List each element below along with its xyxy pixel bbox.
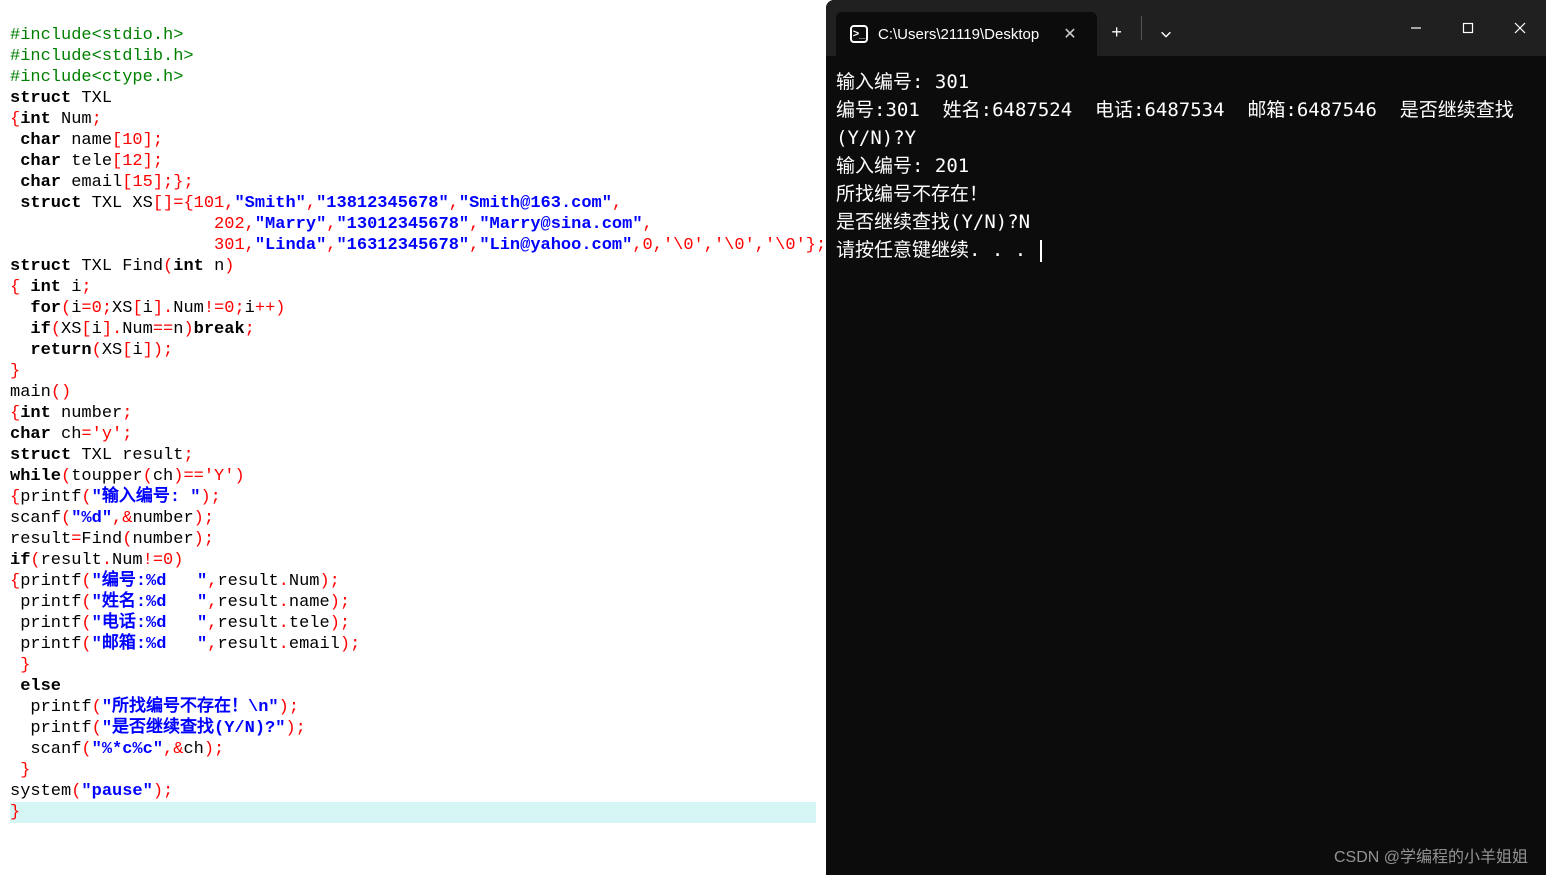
- code-line: main(): [10, 383, 71, 402]
- code-line: scanf("%d",&number);: [10, 509, 214, 528]
- code-line: else: [10, 677, 61, 696]
- code-line: char email[15];};: [10, 173, 194, 192]
- code-line: printf("姓名:%d ",result.name);: [10, 593, 350, 612]
- terminal-icon: >_: [850, 25, 868, 43]
- close-window-button[interactable]: [1494, 0, 1546, 56]
- code-line: printf("是否继续查找(Y/N)?");: [10, 719, 306, 738]
- code-line: struct TXL XS[]={101,"Smith","1381234567…: [10, 194, 622, 213]
- code-line: return(XS[i]);: [10, 341, 173, 360]
- terminal-window: >_ C:\Users\21119\Desktop ✕ + 输入编号: 301 …: [826, 0, 1546, 875]
- code-line: char ch='y';: [10, 425, 132, 444]
- code-line: 202,"Marry","13012345678","Marry@sina.co…: [10, 215, 653, 234]
- code-line: 301,"Linda","16312345678","Lin@yahoo.com…: [10, 236, 826, 255]
- terminal-line: 所找编号不存在！: [836, 183, 988, 205]
- code-line: struct TXL Find(int n): [10, 257, 234, 276]
- code-line: result=Find(number);: [10, 530, 214, 549]
- preprocessor-line: #include<stdio.h>: [10, 26, 183, 45]
- maximize-button[interactable]: [1442, 0, 1494, 56]
- preprocessor-line: #include<stdlib.h>: [10, 47, 194, 66]
- tab-dropdown-button[interactable]: [1146, 12, 1186, 56]
- terminal-output[interactable]: 输入编号: 301 编号:301 姓名:6487524 电话:6487534 邮…: [826, 56, 1546, 875]
- code-line-highlighted: }: [10, 802, 816, 823]
- preprocessor-line: #include<ctype.h>: [10, 68, 183, 87]
- new-tab-button[interactable]: +: [1097, 12, 1137, 56]
- code-line: struct TXL: [10, 89, 112, 108]
- terminal-line: 输入编号: 201: [836, 155, 969, 177]
- code-line: }: [10, 761, 30, 780]
- code-line: }: [10, 362, 20, 381]
- code-line: for(i=0;XS[i].Num!=0;i++): [10, 299, 285, 318]
- terminal-line: 输入编号: 301: [836, 71, 969, 93]
- code-line: printf("电话:%d ",result.tele);: [10, 614, 350, 633]
- code-line: }: [10, 656, 30, 675]
- code-line: system("pause");: [10, 782, 173, 801]
- code-line: if(XS[i].Num==n)break;: [10, 320, 255, 339]
- chevron-down-icon: [1159, 27, 1173, 41]
- minimize-button[interactable]: [1390, 0, 1442, 56]
- code-line: while(toupper(ch)=='Y'): [10, 467, 245, 486]
- terminal-titlebar: >_ C:\Users\21119\Desktop ✕ +: [826, 0, 1546, 56]
- tab-title: C:\Users\21119\Desktop: [878, 26, 1039, 43]
- minimize-icon: [1410, 22, 1422, 34]
- code-line: char name[10];: [10, 131, 163, 150]
- terminal-line: 请按任意键继续. . .: [836, 239, 1038, 261]
- close-tab-button[interactable]: ✕: [1057, 22, 1082, 46]
- code-line: {int number;: [10, 404, 132, 423]
- code-line: printf("所找编号不存在！\n");: [10, 698, 299, 717]
- code-editor-pane[interactable]: #include<stdio.h> #include<stdlib.h> #in…: [0, 0, 826, 875]
- maximize-icon: [1462, 22, 1474, 34]
- terminal-line: 是否继续查找(Y/N)?N: [836, 211, 1030, 233]
- code-line: {printf("输入编号: ");: [10, 488, 221, 507]
- plus-icon: +: [1111, 24, 1122, 44]
- terminal-cursor: [1040, 240, 1042, 262]
- close-icon: [1514, 22, 1526, 34]
- terminal-line: 编号:301 姓名:6487524 电话:6487534 邮箱:6487546 …: [836, 99, 1514, 149]
- code-line: if(result.Num!=0): [10, 551, 183, 570]
- code-line: {printf("编号:%d ",result.Num);: [10, 572, 340, 591]
- titlebar-divider: [1141, 16, 1142, 40]
- code-line: scanf("%*c%c",&ch);: [10, 740, 224, 759]
- code-line: char tele[12];: [10, 152, 163, 171]
- code-line: struct TXL result;: [10, 446, 194, 465]
- code-line: { int i;: [10, 278, 92, 297]
- code-line: {int Num;: [10, 110, 102, 129]
- terminal-tab[interactable]: >_ C:\Users\21119\Desktop ✕: [836, 12, 1097, 56]
- watermark-text: CSDN @学编程的小羊姐姐: [1334, 843, 1528, 867]
- code-line: printf("邮箱:%d ",result.email);: [10, 635, 360, 654]
